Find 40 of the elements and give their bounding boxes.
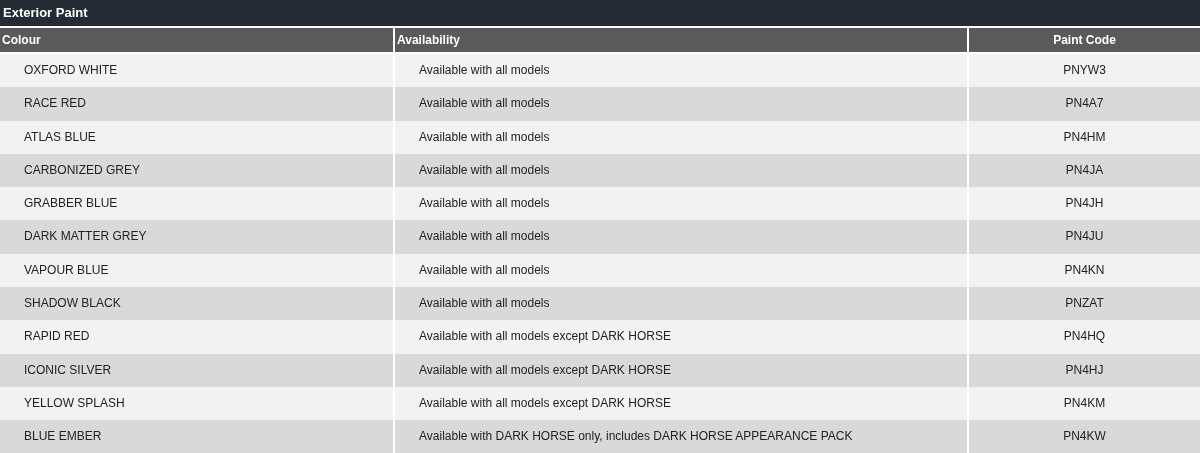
table-cell: PNYW3 [969,54,1200,88]
table-cell: Available with all models [395,253,967,288]
table-cell: PN4HM [969,120,1200,154]
table-cell: PN4HQ [969,320,1200,354]
table-cell: Available with all models [395,87,967,121]
table-cell: Available with all models [395,287,967,321]
table-cell: PN4KW [969,420,1200,453]
table-cell: PN4JU [969,220,1200,254]
table-cell: Available with all models except DARK HORSE [395,386,967,421]
table-cell: PN4A7 [969,87,1200,121]
table-cell: Available with all models [395,54,967,88]
table-cell: PN4KN [969,253,1200,288]
table-cell: PNZAT [969,287,1200,321]
table-cell: PN4HJ [969,353,1200,387]
table-cell: Available with all models except DARK HORSE [395,353,967,387]
table-cell: SHADOW BLACK [0,287,393,321]
table-cell: GRABBER BLUE [0,187,393,221]
table-cell: ICONIC SILVER [0,353,393,387]
column-header: Availability [395,28,967,54]
column-header: Colour [0,28,393,54]
table-cell: YELLOW SPLASH [0,386,393,421]
table-cell: DARK MATTER GREY [0,220,393,254]
table-cell: VAPOUR BLUE [0,253,393,288]
column-header: Paint Code [969,28,1200,54]
table-cell: Available with all models [395,220,967,254]
table-cell: RACE RED [0,87,393,121]
table-cell: ATLAS BLUE [0,120,393,154]
table-cell: PN4JH [969,187,1200,221]
table-cell: BLUE EMBER [0,420,393,453]
table-cell: Available with all models [395,153,967,188]
table-cell: Available with all models [395,120,967,154]
table-cell: PN4JA [969,153,1200,188]
table-cell: PN4KM [969,386,1200,421]
table-cell: CARBONIZED GREY [0,153,393,188]
table-cell: Available with all models except DARK HORSE [395,320,967,354]
table-cell: Available with all models [395,187,967,221]
table-cell: OXFORD WHITE [0,54,393,88]
section-title: Exterior Paint [0,0,1200,28]
table-cell: RAPID RED [0,320,393,354]
table-cell: Available with DARK HORSE only, includes DARK HORSE APPEARANCE PACK [395,420,967,453]
